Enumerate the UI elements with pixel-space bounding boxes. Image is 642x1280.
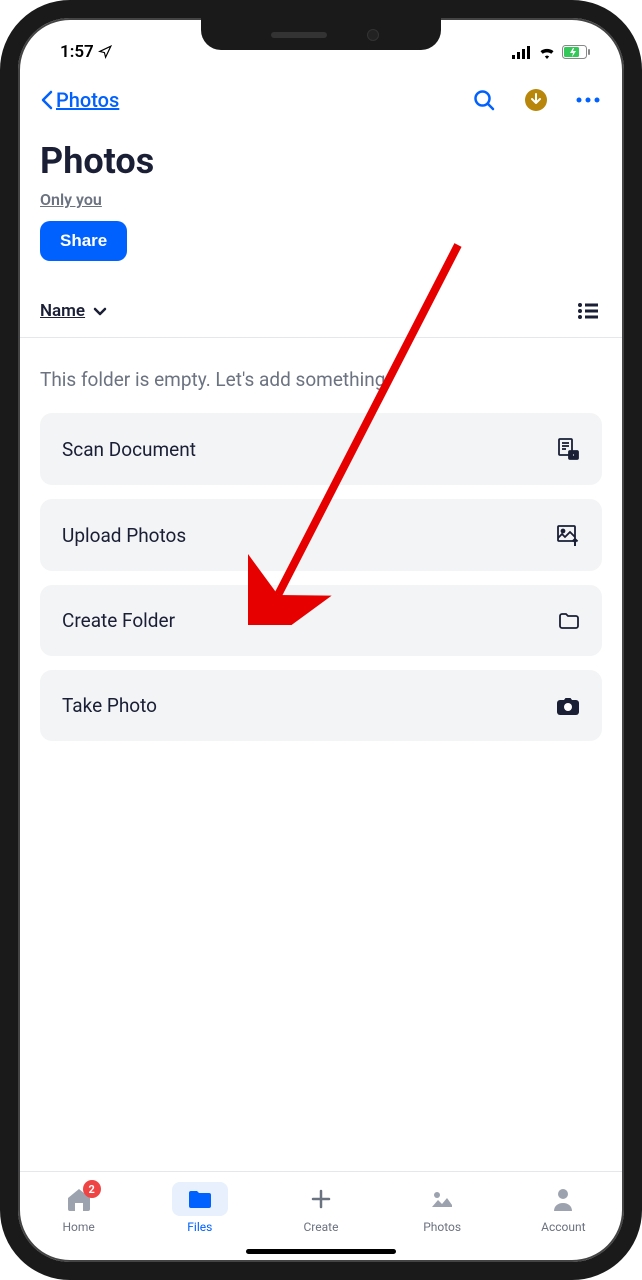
action-list: Scan Document Upload Photos Create Folde… [18,413,624,741]
sort-label: Name [40,301,85,321]
tab-photos[interactable]: Photos [402,1182,482,1234]
more-button[interactable] [574,86,602,114]
tab-label: Photos [423,1220,461,1234]
sort-row: Name [18,261,624,338]
share-status[interactable]: Only you [40,190,602,209]
nav-header: Photos [18,68,624,122]
location-icon [98,45,112,59]
tab-badge: 2 [83,1180,101,1198]
page-title: Photos [40,140,602,182]
notification-button[interactable] [522,86,550,114]
chevron-left-icon [40,90,54,110]
action-label: Upload Photos [62,524,186,547]
sort-toggle[interactable]: Name [40,301,107,321]
empty-message: This folder is empty. Let's add somethin… [18,338,624,413]
view-toggle-button[interactable] [574,297,602,325]
more-horizontal-icon [576,97,600,103]
folder-icon [558,612,580,630]
folder-filled-icon [187,1188,213,1210]
action-label: Take Photo [62,694,157,717]
title-block: Photos Only you Share [18,122,624,261]
share-button[interactable]: Share [40,221,127,261]
screen: 1:57 Photos Photos Only you S [18,18,624,1262]
tab-label: Home [62,1220,94,1234]
download-circle-icon [524,88,548,112]
back-button[interactable]: Photos [40,88,119,112]
home-indicator[interactable] [246,1249,396,1254]
person-icon [552,1187,574,1211]
list-view-icon [578,303,598,319]
phone-notch [201,18,441,50]
status-time: 1:57 [60,42,94,62]
plus-icon [309,1187,333,1211]
scan-doc-icon [556,437,580,461]
battery-icon [562,45,590,59]
upload-photo-icon [556,523,580,547]
tab-label: Account [541,1220,585,1234]
action-label: Scan Document [62,438,196,461]
action-take-photo[interactable]: Take Photo [40,670,602,741]
tab-label: Create [303,1220,338,1234]
tab-account[interactable]: Account [523,1182,603,1234]
tab-home[interactable]: 2 Home [39,1182,119,1234]
action-upload-photos[interactable]: Upload Photos [40,499,602,571]
nav-actions [470,86,602,114]
search-button[interactable] [470,86,498,114]
search-icon [472,88,496,112]
status-time-group: 1:57 [60,42,112,62]
tab-files[interactable]: Files [160,1182,240,1234]
camera-icon [556,697,580,715]
tab-label: Files [187,1220,212,1234]
tab-create[interactable]: Create [281,1182,361,1234]
action-scan-document[interactable]: Scan Document [40,413,602,485]
action-label: Create Folder [62,609,175,632]
status-indicators [512,45,590,59]
cellular-icon [512,46,532,59]
chevron-down-icon [93,307,107,316]
action-create-folder[interactable]: Create Folder [40,585,602,656]
photos-icon [430,1189,454,1209]
back-label: Photos [56,88,119,112]
wifi-icon [538,46,556,59]
